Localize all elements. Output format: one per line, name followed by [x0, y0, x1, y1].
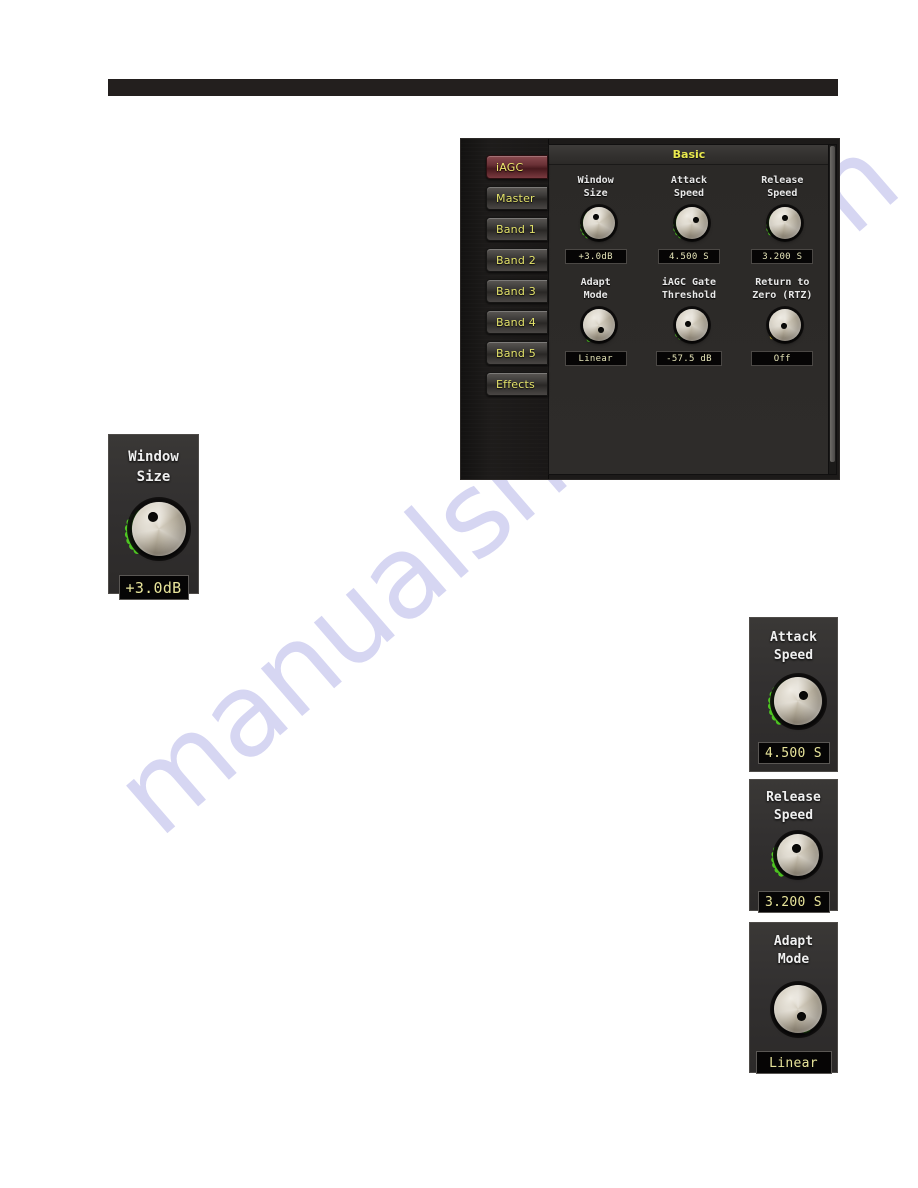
adapt-mode-knob-detail[interactable] — [761, 979, 827, 1045]
knob-row-1: Window Size +3.0dB Attack Speed 4.500 S … — [549, 174, 829, 264]
sidebar-item-master[interactable]: Master — [486, 186, 548, 210]
callout-release-speed: Release Speed 3.200 S — [749, 779, 838, 913]
release-speed-value-detail[interactable]: 3.200 S — [757, 891, 830, 913]
callout-label: Adapt Mode — [773, 934, 814, 967]
knob-face — [582, 207, 615, 239]
callout-attack-speed: Attack Speed 4.500 S — [749, 617, 838, 772]
plugin-sidebar: iAGC Master Band 1 Band 2 Band 3 Band 4 … — [461, 139, 549, 479]
attack-speed-knob-detail[interactable] — [761, 671, 827, 737]
control-label: Release Speed — [761, 175, 804, 199]
callout-label: Release Speed — [766, 790, 821, 823]
knob-face — [131, 502, 186, 556]
sidebar-item-label: Band 4 — [496, 315, 536, 329]
callout-label: Attack Speed — [770, 630, 817, 663]
sidebar-item-label: Band 2 — [496, 253, 536, 267]
sidebar-item-label: Effects — [496, 377, 535, 391]
sidebar-item-iagc[interactable]: iAGC — [486, 155, 548, 179]
sidebar-item-label: Band 5 — [496, 346, 536, 360]
sidebar-item-label: Band 3 — [496, 284, 536, 298]
attack-speed-value[interactable]: 4.500 S — [657, 249, 720, 264]
control-adapt-mode[interactable]: Adapt Mode Linear — [553, 276, 639, 366]
return-to-zero-knob[interactable] — [760, 305, 805, 349]
return-to-zero-value[interactable]: Off — [751, 351, 814, 366]
sidebar-item-band-2[interactable]: Band 2 — [486, 248, 548, 272]
control-iagc-gate-threshold[interactable]: iAGC Gate Threshold -57.5 dB — [646, 276, 732, 366]
adapt-mode-knob[interactable] — [574, 305, 618, 349]
knob-pointer — [597, 327, 604, 333]
control-label: Return to Zero (RTZ) — [752, 277, 813, 301]
control-label: Adapt Mode — [580, 277, 611, 301]
attack-speed-value-detail[interactable]: 4.500 S — [757, 742, 830, 764]
plugin-content-pane: Basic Window Size +3.0dB Attack Speed 4.… — [548, 144, 830, 475]
knob-face — [582, 309, 615, 341]
control-release-speed[interactable]: Release Speed 3.200 S — [739, 174, 825, 264]
control-label: Attack Speed — [670, 175, 708, 199]
control-attack-speed[interactable]: Attack Speed 4.500 S — [646, 174, 732, 264]
adapt-mode-value-detail[interactable]: Linear — [755, 1051, 832, 1074]
release-speed-value[interactable]: 3.200 S — [751, 249, 814, 264]
sidebar-item-band-5[interactable]: Band 5 — [486, 341, 548, 365]
knob-row-2: Adapt Mode Linear iAGC Gate Threshold -5… — [549, 276, 829, 366]
knob-pointer — [592, 214, 599, 220]
iagc-gate-threshold-knob[interactable] — [667, 305, 711, 349]
window-size-knob-detail[interactable] — [117, 495, 191, 569]
knob-face — [773, 677, 822, 725]
sidebar-item-label: iAGC — [496, 160, 524, 174]
scrollbar-thumb[interactable] — [830, 146, 835, 462]
knob-face — [675, 309, 708, 341]
header-rule-bar — [108, 79, 838, 96]
sidebar-item-label: Master — [496, 191, 535, 205]
plugin-scrollbar[interactable] — [828, 144, 837, 475]
callout-adapt-mode: Adapt Mode Linear — [749, 922, 838, 1074]
knob-pointer — [684, 321, 691, 327]
sidebar-item-label: Band 1 — [496, 222, 536, 236]
knob-face — [675, 207, 708, 239]
release-speed-knob[interactable] — [760, 203, 805, 247]
plugin-window: iAGC Master Band 1 Band 2 Band 3 Band 4 … — [460, 138, 840, 480]
knob-pointer — [798, 691, 808, 700]
knob-face — [776, 834, 819, 876]
sidebar-item-band-3[interactable]: Band 3 — [486, 279, 548, 303]
window-size-value[interactable]: +3.0dB — [564, 249, 627, 264]
knob-pointer — [692, 217, 699, 223]
sidebar-item-effects[interactable]: Effects — [486, 372, 548, 396]
knob-face — [773, 985, 822, 1033]
control-label: iAGC Gate Threshold — [661, 277, 717, 301]
page-title: Basic — [549, 145, 829, 165]
control-return-to-zero[interactable]: Return to Zero (RTZ) Off — [739, 276, 825, 366]
control-label: Window Size — [577, 175, 614, 199]
window-size-knob[interactable] — [574, 203, 618, 247]
knob-grid: Window Size +3.0dB Attack Speed 4.500 S … — [549, 164, 829, 372]
iagc-gate-threshold-value[interactable]: -57.5 dB — [655, 351, 722, 366]
callout-window-size: Window Size +3.0dB — [108, 434, 199, 600]
release-speed-knob-detail[interactable] — [765, 829, 823, 887]
adapt-mode-value[interactable]: Linear — [564, 351, 627, 366]
knob-pointer — [791, 844, 801, 853]
control-window-size[interactable]: Window Size +3.0dB — [553, 174, 639, 264]
knob-pointer — [147, 512, 158, 522]
callout-label: Window Size — [128, 449, 179, 485]
knob-pointer — [796, 1012, 806, 1021]
sidebar-item-band-4[interactable]: Band 4 — [486, 310, 548, 334]
sidebar-item-band-1[interactable]: Band 1 — [486, 217, 548, 241]
window-size-value-detail[interactable]: +3.0dB — [118, 575, 189, 600]
attack-speed-knob[interactable] — [667, 203, 711, 247]
